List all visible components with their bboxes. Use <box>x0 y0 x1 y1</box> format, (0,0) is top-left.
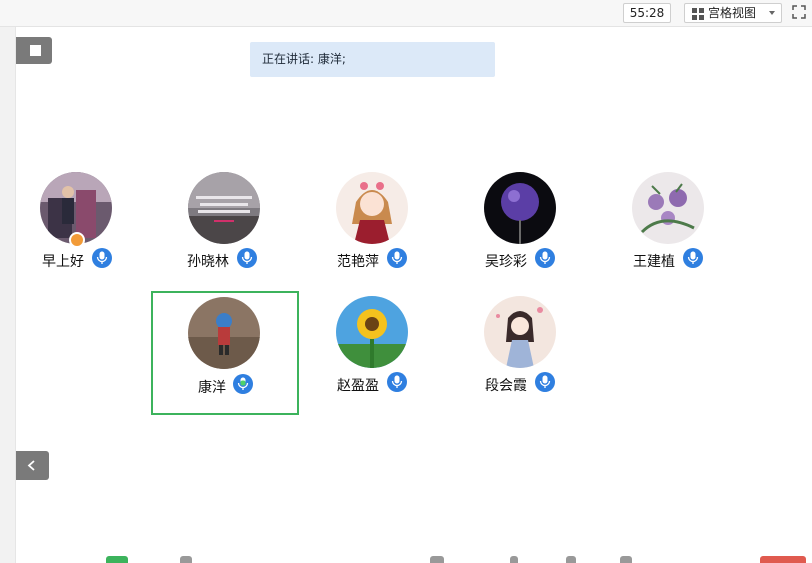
avatar <box>632 172 704 244</box>
avatar <box>336 296 408 368</box>
participant-name: 段会霞 <box>485 378 527 394</box>
participant-tile[interactable]: 范艳萍 <box>299 164 445 286</box>
participant-name: 赵盈盈 <box>337 378 379 394</box>
participant-tile[interactable]: 早上好 <box>3 164 149 286</box>
view-mode-dropdown[interactable]: 宫格视图 <box>684 3 782 23</box>
microphone-icon[interactable] <box>535 248 555 268</box>
participant-tile[interactable]: 孙晓林 <box>151 164 297 286</box>
bottom-toolbar-item[interactable] <box>180 556 192 563</box>
bottom-toolbar-item[interactable] <box>760 556 806 563</box>
microphone-icon[interactable] <box>387 248 407 268</box>
participant-tile-active[interactable]: 康洋 <box>151 291 299 415</box>
participant-name: 范艳萍 <box>337 254 379 270</box>
host-icon <box>69 232 85 248</box>
bottom-toolbar-item[interactable] <box>430 556 444 563</box>
participant-tile[interactable]: 王建植 <box>595 164 741 286</box>
avatar <box>484 172 556 244</box>
meeting-timer: 55:28 <box>623 3 671 23</box>
bottom-toolbar-item[interactable] <box>620 556 632 563</box>
avatar <box>484 296 556 368</box>
avatar <box>188 172 260 244</box>
stop-button[interactable] <box>16 37 52 64</box>
stop-icon <box>30 45 41 56</box>
bottom-toolbar-item[interactable] <box>510 556 518 563</box>
meeting-window: 55:28 宫格视图 正在讲话: 康洋; 早上好 孙晓林 范艳萍 吴珍彩 王建植… <box>0 0 812 563</box>
avatar <box>336 172 408 244</box>
participant-name: 王建植 <box>633 254 675 270</box>
microphone-icon[interactable] <box>535 372 555 392</box>
bottom-toolbar-item[interactable] <box>106 556 128 563</box>
microphone-icon[interactable] <box>683 248 703 268</box>
fullscreen-icon[interactable] <box>792 5 806 19</box>
participant-name: 早上好 <box>42 254 84 270</box>
speaking-indicator: 正在讲话: 康洋; <box>250 42 495 77</box>
grid-icon <box>692 8 704 20</box>
chevron-down-icon <box>769 11 775 15</box>
bottom-toolbar-item[interactable] <box>566 556 576 563</box>
microphone-icon[interactable] <box>92 248 112 268</box>
participant-name: 孙晓林 <box>187 254 229 270</box>
chevron-left-icon <box>27 460 35 471</box>
participant-name: 吴珍彩 <box>485 254 527 270</box>
view-mode-label: 宫格视图 <box>708 6 757 20</box>
avatar <box>188 297 260 369</box>
participant-tile[interactable]: 赵盈盈 <box>299 288 445 410</box>
collapse-panel-button[interactable] <box>16 451 49 480</box>
top-toolbar: 55:28 宫格视图 <box>0 0 812 27</box>
microphone-icon[interactable] <box>233 374 253 394</box>
participant-tile[interactable]: 段会霞 <box>447 288 593 410</box>
participant-tile[interactable]: 吴珍彩 <box>447 164 593 286</box>
microphone-icon[interactable] <box>237 248 257 268</box>
microphone-icon[interactable] <box>387 372 407 392</box>
participant-name: 康洋 <box>198 380 226 396</box>
